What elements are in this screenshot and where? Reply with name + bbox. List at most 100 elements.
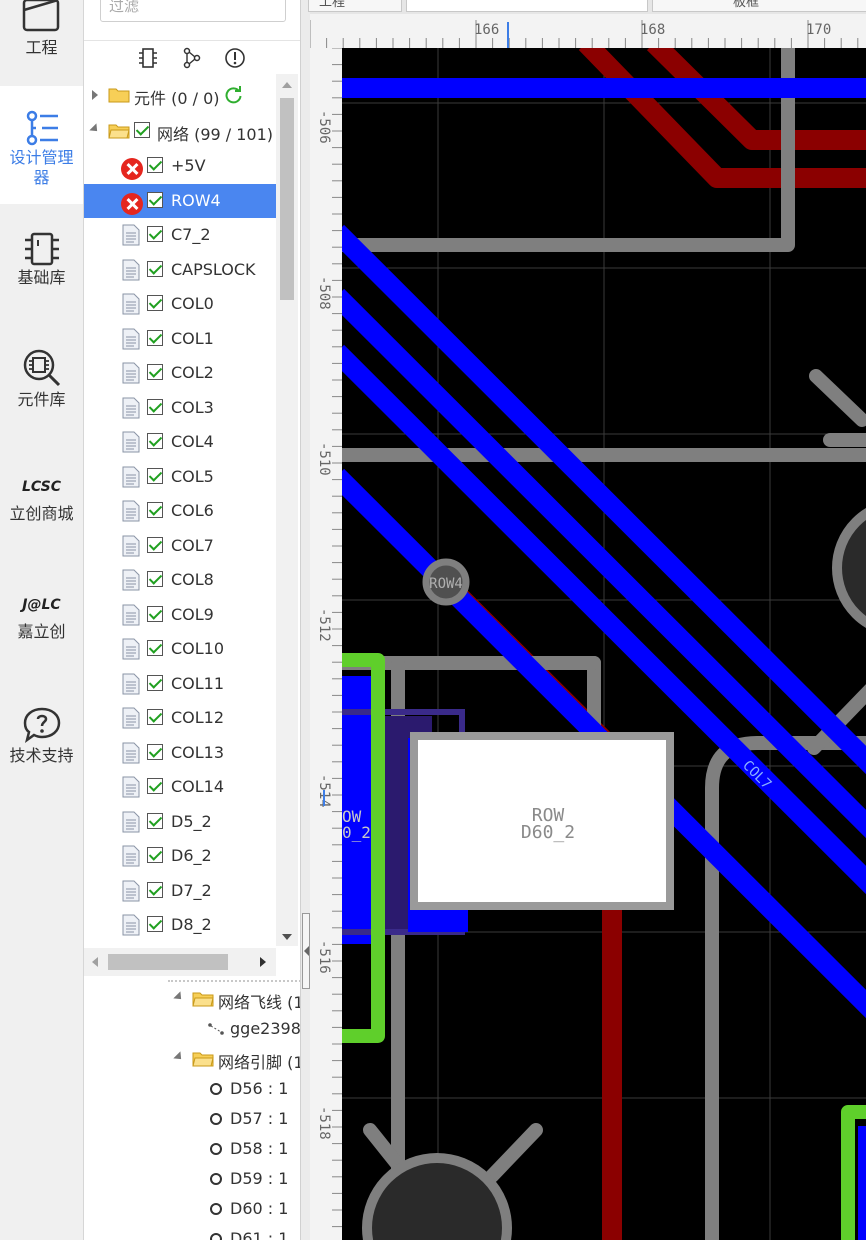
net-label: D6_2 xyxy=(171,846,212,865)
net-checkbox[interactable] xyxy=(147,260,163,277)
net-item[interactable]: COL0 xyxy=(84,287,276,321)
support-icon xyxy=(23,707,60,743)
mounting-hole[interactable] xyxy=(362,1153,512,1240)
scroll-thumb[interactable] xyxy=(280,98,294,300)
document-icon xyxy=(122,845,140,867)
document-icon xyxy=(122,604,140,625)
document-icon xyxy=(122,880,140,901)
document-icon xyxy=(122,397,140,418)
document-icon xyxy=(122,638,140,660)
net-checkbox[interactable] xyxy=(147,157,163,173)
document-icon xyxy=(122,673,140,694)
tab-label: 板框 xyxy=(733,0,760,10)
net-item[interactable]: COL13 xyxy=(84,736,276,770)
rail-item-jlc[interactable]: J@LC 嘉立创 xyxy=(0,590,83,654)
component-icon[interactable] xyxy=(137,47,159,69)
filter-input[interactable] xyxy=(100,0,286,22)
net-item[interactable]: CAPSLOCK xyxy=(84,253,276,287)
net-checkbox[interactable] xyxy=(147,433,163,449)
net-checkbox[interactable] xyxy=(147,329,163,346)
rail-item-support[interactable]: 技术支持 xyxy=(0,706,83,776)
net-item[interactable]: COL8 xyxy=(84,563,276,597)
net-item[interactable]: COL2 xyxy=(84,356,276,390)
net-label: D8_2 xyxy=(171,915,212,934)
net-checkbox[interactable] xyxy=(147,743,163,760)
net-item[interactable]: COL9 xyxy=(84,598,276,632)
tree-horizontal-scrollbar[interactable] xyxy=(84,948,276,976)
pad-right[interactable] xyxy=(858,1126,866,1240)
basic-library-icon xyxy=(24,232,59,266)
tree-label: 元件 (0 / 0) xyxy=(134,89,220,108)
net-item[interactable]: COL7 xyxy=(84,529,276,563)
net-checkbox[interactable] xyxy=(147,226,163,242)
rail-label-design-manager-2: 器 xyxy=(33,168,50,187)
net-item[interactable]: COL5 xyxy=(84,460,276,494)
tab-project[interactable]: 工程 xyxy=(308,0,402,12)
collapse-arrow-icon[interactable] xyxy=(173,1051,185,1063)
scroll-left-icon[interactable] xyxy=(92,957,98,967)
net-item[interactable]: COL3 xyxy=(84,391,276,425)
net-item[interactable]: COL12 xyxy=(84,701,276,735)
tab-pcb-active[interactable] xyxy=(406,0,648,12)
net-item[interactable]: ROW4 xyxy=(84,183,276,218)
net-checkbox[interactable] xyxy=(147,778,163,794)
net-checkbox[interactable] xyxy=(134,122,150,138)
net-checkbox[interactable] xyxy=(147,881,163,898)
rail-item-lcsc[interactable]: LCSC 立创商城 xyxy=(0,472,83,536)
rail-item-basic-library[interactable]: 基础库 xyxy=(0,232,83,302)
scroll-right-icon[interactable] xyxy=(260,957,266,967)
rail-item-project[interactable]: 工程 xyxy=(0,0,83,80)
tree-node-nets[interactable]: 网络 (99 / 101) xyxy=(84,114,276,148)
net-checkbox[interactable] xyxy=(147,674,163,691)
net-checkbox[interactable] xyxy=(147,640,163,656)
panel-splitter[interactable] xyxy=(300,0,310,1240)
tree-node-components[interactable]: 元件 (0 / 0) xyxy=(84,78,276,112)
tree-vertical-scrollbar[interactable] xyxy=(276,74,298,946)
net-item[interactable]: D7_2 xyxy=(84,874,276,908)
net-checkbox[interactable] xyxy=(147,398,163,415)
expand-arrow-icon[interactable] xyxy=(92,90,98,100)
net-item[interactable]: D6_2 xyxy=(84,839,276,873)
refresh-icon[interactable] xyxy=(225,86,243,104)
collapse-panel-handle[interactable] xyxy=(302,913,310,989)
pcb-board[interactable]: ROW4 COL7 OW 0_2 ROW D60_2 xyxy=(342,48,866,1240)
net-checkbox[interactable] xyxy=(147,847,163,863)
net-checkbox[interactable] xyxy=(147,536,163,553)
net-item[interactable]: COL11 xyxy=(84,667,276,701)
net-checkbox[interactable] xyxy=(147,364,163,380)
info-icon[interactable] xyxy=(224,47,246,69)
net-label: COL14 xyxy=(171,777,225,796)
panel-toolbar xyxy=(84,40,300,74)
rail-item-design-manager[interactable]: 设计管理 器 xyxy=(0,86,83,204)
net-checkbox[interactable] xyxy=(147,502,163,518)
net-checkbox[interactable] xyxy=(147,709,163,725)
net-checkbox[interactable] xyxy=(147,812,163,829)
collapse-arrow-icon[interactable] xyxy=(89,123,101,135)
pin-label: D61 : 1 xyxy=(230,1229,289,1240)
net-checkbox[interactable] xyxy=(147,605,163,622)
collapse-arrow-icon[interactable] xyxy=(173,991,185,1003)
scroll-thumb[interactable] xyxy=(108,954,228,970)
tab-board[interactable]: 板框 xyxy=(652,0,866,12)
net-checkbox[interactable] xyxy=(147,571,163,587)
rail-item-component-library[interactable]: 元件库 xyxy=(0,348,83,418)
net-item[interactable]: +5V xyxy=(84,149,276,183)
net-item[interactable]: D8_2 xyxy=(84,908,276,942)
scroll-down-icon[interactable] xyxy=(282,934,292,940)
net-label: C7_2 xyxy=(171,225,211,244)
net-item[interactable]: COL6 xyxy=(84,494,276,528)
net-checkbox[interactable] xyxy=(147,191,163,208)
net-checkbox[interactable] xyxy=(147,295,163,311)
net-item[interactable]: COL10 xyxy=(84,632,276,666)
mounting-hole[interactable] xyxy=(832,503,866,633)
net-item[interactable]: D5_2 xyxy=(84,805,276,839)
network-icon[interactable] xyxy=(181,47,203,69)
net-item[interactable]: COL14 xyxy=(84,770,276,804)
net-label: COL12 xyxy=(171,708,225,727)
net-item[interactable]: COL4 xyxy=(84,425,276,459)
net-item[interactable]: COL1 xyxy=(84,322,276,356)
net-checkbox[interactable] xyxy=(147,467,163,484)
net-checkbox[interactable] xyxy=(147,916,163,932)
net-item[interactable]: C7_2 xyxy=(84,218,276,252)
scroll-up-icon[interactable] xyxy=(282,82,292,88)
